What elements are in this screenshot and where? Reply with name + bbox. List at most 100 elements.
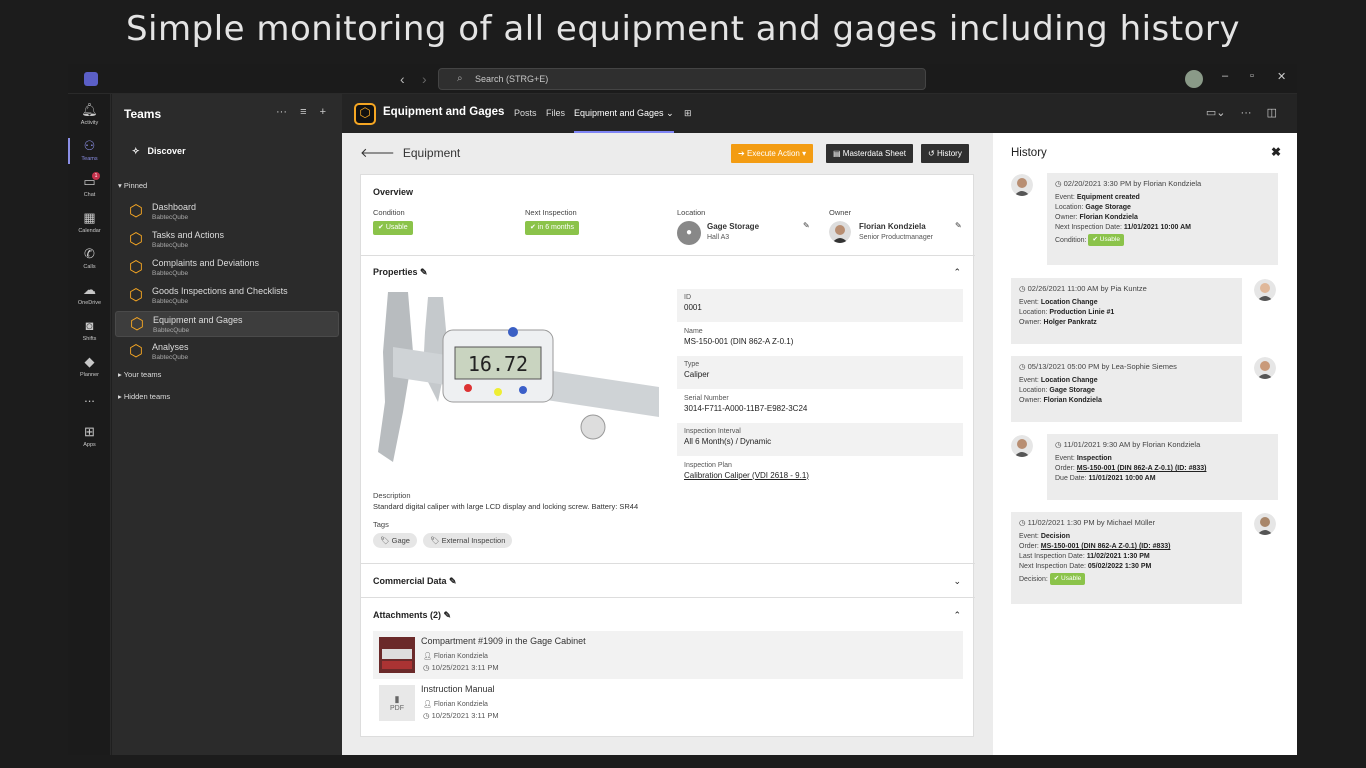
- history-line: Due Date: 11/01/2021 10:00 AM: [1055, 475, 1270, 482]
- edit-owner-icon[interactable]: ✎: [955, 221, 962, 230]
- more-icon: ...: [84, 390, 95, 405]
- chevron-up-icon[interactable]: ⌃: [953, 610, 961, 621]
- tab-files[interactable]: Files: [546, 108, 565, 118]
- edit-attachments-icon[interactable]: ✎: [444, 610, 452, 620]
- rail-calls[interactable]: ✆ Calls: [68, 242, 111, 276]
- team-item[interactable]: ⬡ Complaints and Deviations BabtecQube: [115, 255, 339, 281]
- history-button[interactable]: ↺ History: [921, 144, 969, 163]
- property-field: Inspection Plan Calibration Caliper (VDI …: [677, 457, 963, 490]
- rail-teams[interactable]: ⚇ Teams: [68, 134, 111, 168]
- history-key: Last Inspection Date:: [1019, 553, 1085, 560]
- attachment-item[interactable]: ▮ PDF Instruction Manual 👤︎ Florian Kondz…: [373, 679, 963, 727]
- user-avatar[interactable]: [1185, 70, 1203, 88]
- hidden-teams-section[interactable]: ▸ Hidden teams: [118, 392, 170, 401]
- caret-down-icon: ▾: [799, 149, 807, 158]
- tag-icon: 🏷︎: [430, 536, 442, 545]
- search-input[interactable]: ⌕ Search (STRG+E): [438, 68, 926, 90]
- history-entry: ◷ 02/26/2021 11:00 AM by Pia Kuntze Event…: [1011, 278, 1242, 344]
- tab-label: Equipment and Gages: [574, 108, 664, 118]
- condition-value: Usable: [1099, 236, 1120, 243]
- condition-label: Condition: [373, 208, 405, 217]
- rail-apps[interactable]: ⊞ Apps: [68, 420, 111, 454]
- attachments-title[interactable]: Attachments (2) ✎: [373, 610, 451, 621]
- check-icon: ✔: [1053, 575, 1062, 582]
- history-entry-head: ◷ 11/01/2021 9:30 AM by Florian Kondziel…: [1055, 440, 1270, 449]
- team-sub: BabtecQube: [152, 214, 189, 221]
- chevron-up-icon[interactable]: ⌃: [953, 267, 961, 278]
- panel-icon[interactable]: ◫: [1267, 107, 1277, 119]
- back-arrow-icon[interactable]: 🡐: [360, 145, 395, 160]
- properties-title[interactable]: Properties ✎: [373, 267, 428, 278]
- history-head-text: 05/13/2021 05:00 PM by Lea-Sophie Siemes: [1027, 362, 1177, 371]
- description-text: Standard digital caliper with large LCD …: [373, 502, 639, 511]
- maximize-icon[interactable]: ▫: [1250, 70, 1254, 82]
- pinned-label: Pinned: [123, 181, 148, 190]
- edit-commercial-icon[interactable]: ✎: [449, 576, 457, 586]
- close-icon[interactable]: ✖: [1271, 145, 1281, 159]
- tab-posts[interactable]: Posts: [514, 108, 537, 118]
- history-head-text: 02/20/2021 3:30 PM by Florian Kondziela: [1063, 179, 1202, 188]
- inspection-plan-link[interactable]: Calibration Caliper (VDI 2618 - 9.1): [684, 471, 956, 480]
- clock-icon: ◷: [423, 711, 432, 720]
- edit-location-icon[interactable]: ✎: [803, 221, 810, 230]
- rail-onedrive[interactable]: ☁ OneDrive: [68, 278, 111, 312]
- team-item[interactable]: ⬡ Tasks and Actions BabtecQube: [115, 227, 339, 253]
- tag-external-inspection[interactable]: 🏷︎ External Inspection: [423, 533, 513, 548]
- history-key: Owner:: [1019, 397, 1042, 404]
- team-item[interactable]: ⬡ Dashboard BabtecQube: [115, 199, 339, 225]
- hexagon-icon: ⬡: [129, 203, 143, 220]
- check-icon: ✔: [378, 224, 386, 231]
- property-label: Name: [684, 327, 703, 335]
- chevron-right-icon[interactable]: ›: [422, 71, 427, 87]
- rail-shifts[interactable]: ◙ Shifts: [68, 314, 111, 348]
- your-teams-section[interactable]: ▸ Your teams: [118, 370, 161, 379]
- history-value: Gage Storage: [1049, 387, 1095, 394]
- close-icon[interactable]: ✕: [1277, 70, 1286, 83]
- tag-icon: 🏷︎: [380, 536, 392, 545]
- attachment-item[interactable]: Compartment #1909 in the Gage Cabinet 👤︎…: [373, 631, 963, 679]
- team-item[interactable]: ⬡ Goods Inspections and Checklists BabtecQ…: [115, 283, 339, 309]
- rail-chat[interactable]: ▭ 1 Chat: [68, 170, 111, 204]
- chevron-down-icon[interactable]: ⌄: [953, 576, 961, 587]
- tag-gage[interactable]: 🏷︎ Gage: [373, 533, 417, 548]
- more-icon[interactable]: ···: [1241, 107, 1252, 119]
- minimize-icon[interactable]: –: [1222, 70, 1228, 82]
- team-item[interactable]: ⬡ Analyses BabtecQube: [115, 339, 339, 365]
- history-key: Event:: [1019, 299, 1039, 306]
- tab-equipment-and-gages[interactable]: Equipment and Gages ⌄: [574, 108, 674, 133]
- caliper-readout: 16.72: [468, 352, 528, 376]
- discover-link[interactable]: ✧ Discover: [132, 146, 186, 157]
- rail-activity[interactable]: 🔔︎ Activity: [68, 98, 111, 132]
- more-icon[interactable]: ···: [276, 106, 287, 118]
- arrow-right-icon: ➔: [738, 149, 747, 158]
- commercial-data-title[interactable]: Commercial Data ✎: [373, 576, 457, 587]
- team-item[interactable]: ⬡ Equipment and Gages BabtecQube: [115, 311, 339, 337]
- history-value: Location Change: [1040, 299, 1098, 306]
- masterdata-sheet-button[interactable]: ▤ Masterdata Sheet: [826, 144, 913, 163]
- history-key: Location:: [1055, 204, 1084, 211]
- rail-planner[interactable]: ◆ Planner: [68, 350, 111, 384]
- edit-properties-icon[interactable]: ✎: [420, 267, 428, 277]
- property-field: Serial Number 3014-F711-A000-11B7-E982-3C…: [677, 390, 963, 423]
- add-icon[interactable]: +: [320, 106, 326, 118]
- rail-label: Calendar: [78, 228, 101, 234]
- history-line: Location: Production Linie #1: [1019, 309, 1234, 316]
- video-icon[interactable]: ▭⌄: [1206, 107, 1226, 119]
- chevron-left-icon[interactable]: ‹: [400, 71, 405, 87]
- filter-icon[interactable]: ≡: [300, 106, 306, 118]
- history-details: Event: Decision Order: MS-150-001 (DIN 86…: [1019, 533, 1234, 585]
- hexagon-icon: ⬡: [129, 259, 143, 276]
- babtec-logo-icon: ⬡: [354, 103, 376, 125]
- rail-label: Shifts: [82, 336, 97, 342]
- rail-more[interactable]: ...: [68, 386, 111, 420]
- headline: Simple monitoring of all equipment and g…: [125, 9, 1241, 49]
- order-link[interactable]: MS-150-001 (DIN 862-A Z-0.1) (ID: #833): [1041, 543, 1171, 550]
- execute-action-button[interactable]: ➔ Execute Action ▾: [731, 144, 814, 163]
- pinned-section[interactable]: ▾ Pinned: [118, 181, 147, 190]
- location-sub: Hall A3: [707, 234, 730, 241]
- property-field: ID 0001: [677, 289, 963, 322]
- history-key: Event:: [1019, 533, 1039, 540]
- add-tab-icon[interactable]: ⊞: [684, 108, 692, 119]
- rail-calendar[interactable]: ▦ Calendar: [68, 206, 111, 240]
- order-link[interactable]: MS-150-001 (DIN 862-A Z-0.1) (ID: #833): [1077, 465, 1207, 472]
